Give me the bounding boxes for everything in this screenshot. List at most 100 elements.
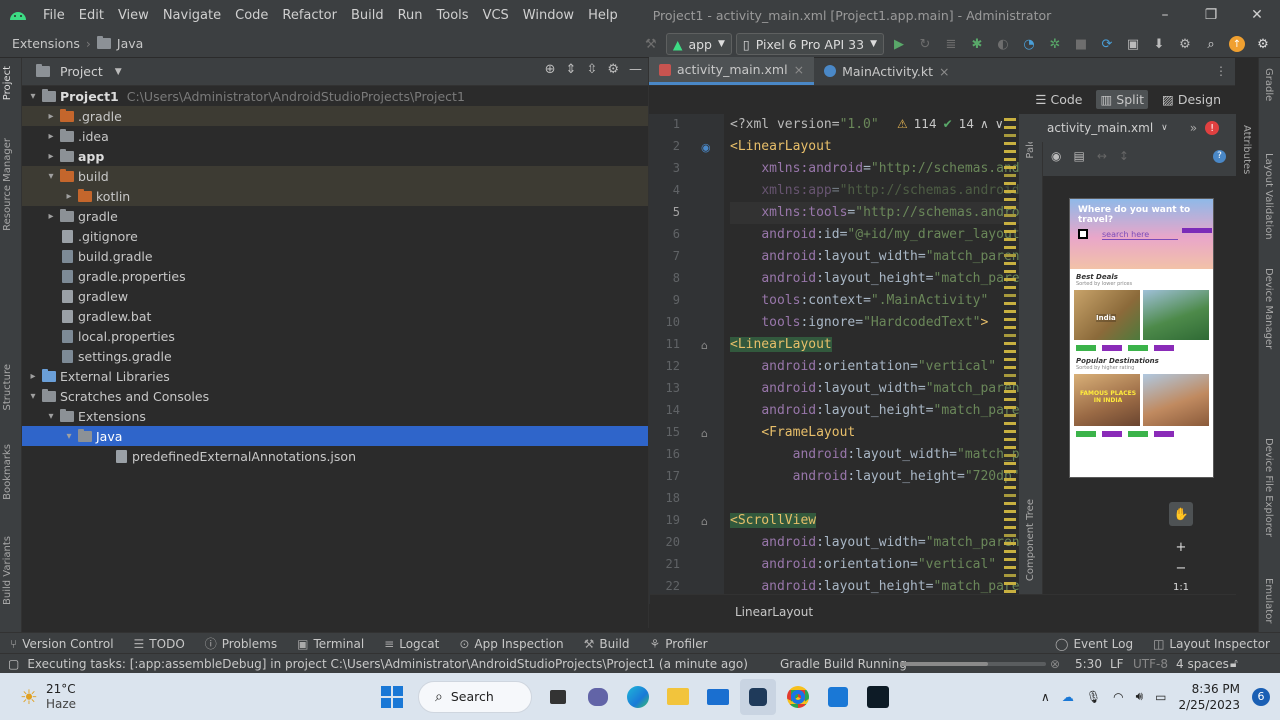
onedrive-cloud-icon[interactable]: ☁ — [1062, 690, 1074, 704]
store-icon[interactable] — [820, 679, 856, 715]
file-encoding[interactable]: UTF-8 — [1133, 657, 1168, 671]
warning-stripe-mark[interactable] — [1004, 198, 1016, 201]
emulator-tab[interactable]: Emulator — [1263, 578, 1274, 623]
more-icon[interactable]: » — [1190, 121, 1197, 135]
warning-stripe-mark[interactable] — [1004, 278, 1016, 281]
menu-code[interactable]: Code — [228, 8, 275, 23]
attach-process-icon[interactable]: ✲ — [1044, 33, 1066, 55]
warning-stripe-mark[interactable] — [1004, 182, 1016, 185]
tool-window-build[interactable]: ⚒ Build — [574, 637, 640, 651]
start-button[interactable] — [374, 679, 410, 715]
layout-validation-tab[interactable]: Layout Validation — [1263, 153, 1274, 240]
warning-stripe-mark[interactable] — [1004, 270, 1016, 273]
expand-arrow-icon[interactable]: ▸ — [26, 371, 40, 382]
stop-icon[interactable]: ■ — [1070, 33, 1092, 55]
warning-stripe-mark[interactable] — [1004, 190, 1016, 193]
warning-stripe-mark[interactable] — [1004, 414, 1016, 417]
tool-window-todo[interactable]: ☰ TODO — [124, 637, 195, 651]
warning-stripe-mark[interactable] — [1004, 254, 1016, 257]
zoom-out-icon[interactable]: − — [1176, 561, 1187, 576]
component-tree-tab[interactable]: Component Tree — [1025, 499, 1036, 581]
tree-item-external-libraries[interactable]: ▸ External Libraries — [22, 366, 648, 386]
attributes-tab[interactable]: Attributes — [1241, 125, 1252, 174]
warning-stripe-mark[interactable] — [1004, 502, 1016, 505]
tool-window-event-log[interactable]: ◯ Event Log — [1045, 637, 1143, 651]
phone-preview[interactable]: Where do you want to travel? search here… — [1069, 198, 1214, 478]
sdk-manager-icon[interactable]: ⬇ — [1148, 33, 1170, 55]
weather-widget[interactable]: ☀ 21°C Haze — [0, 682, 300, 712]
menu-vcs[interactable]: VCS — [476, 8, 516, 23]
close-tab-icon[interactable]: × — [939, 64, 949, 79]
tool-window-logcat[interactable]: ≡ Logcat — [374, 637, 449, 651]
warning-stripe-mark[interactable] — [1004, 294, 1016, 297]
warning-stripe-mark[interactable] — [1004, 230, 1016, 233]
warning-stripe-mark[interactable] — [1004, 150, 1016, 153]
search-icon[interactable]: ⌕ — [1200, 33, 1222, 55]
tool-window-terminal[interactable]: ▣ Terminal — [287, 637, 374, 651]
eye-icon[interactable]: ◉ — [1051, 149, 1061, 163]
tool-window-app-inspection[interactable]: ⊙ App Inspection — [449, 637, 573, 651]
warning-stripe-mark[interactable] — [1004, 534, 1016, 537]
warning-stripe-mark[interactable] — [1004, 542, 1016, 545]
expand-arrow-icon[interactable]: ▾ — [44, 171, 58, 182]
warning-stripe-mark[interactable] — [1004, 358, 1016, 361]
warning-stripe-mark[interactable] — [1004, 478, 1016, 481]
menu-navigate[interactable]: Navigate — [156, 8, 228, 23]
chevron-down-icon[interactable]: ▼ — [115, 67, 122, 77]
notification-badge[interactable]: 6 — [1252, 687, 1270, 706]
warning-stripe-mark[interactable] — [1004, 342, 1016, 345]
bookmarks-tab[interactable]: Bookmarks — [2, 444, 13, 500]
design-mode-button[interactable]: ▨ Design — [1158, 90, 1225, 109]
debug-icon[interactable]: ✱ — [966, 33, 988, 55]
warning-stripe-mark[interactable] — [1004, 326, 1016, 329]
tree-item-build-gradle[interactable]: build.gradle — [22, 246, 648, 266]
warning-stripe-mark[interactable] — [1004, 286, 1016, 289]
warning-stripe-mark[interactable] — [1004, 470, 1016, 473]
device-file-explorer-tab[interactable]: Device File Explorer — [1263, 438, 1274, 537]
warning-stripe-mark[interactable] — [1004, 214, 1016, 217]
minimize-button[interactable]: – — [1142, 0, 1188, 30]
warning-stripe-mark[interactable] — [1004, 590, 1016, 593]
settings-icon[interactable]: ⚙ — [1252, 33, 1274, 55]
warning-stripe-mark[interactable] — [1004, 558, 1016, 561]
tree-item-local-properties[interactable]: local.properties — [22, 326, 648, 346]
menu-file[interactable]: File — [36, 8, 72, 23]
device-select[interactable]: ▯ Pixel 6 Pro API 33 ▼ — [735, 33, 884, 55]
warning-stripe-mark[interactable] — [1004, 206, 1016, 209]
editor-breadcrumb[interactable]: LinearLayout — [735, 605, 813, 619]
prev-highlight-icon[interactable]: ∧ — [980, 117, 989, 131]
warning-stripe-mark[interactable] — [1004, 390, 1016, 393]
run-icon[interactable]: ▶ — [888, 33, 910, 55]
tree-item-app[interactable]: ▸ app — [22, 146, 648, 166]
battery-icon[interactable]: ▭ — [1155, 690, 1166, 704]
warning-stripe-mark[interactable] — [1004, 126, 1016, 129]
options-gear-icon[interactable]: ⚙ — [607, 62, 619, 77]
warning-stripe-mark[interactable] — [1004, 462, 1016, 465]
fold-icon[interactable]: ⌂ — [701, 339, 708, 352]
device-manager-icon[interactable]: ▣ — [1122, 33, 1144, 55]
warning-stripe-mark[interactable] — [1004, 518, 1016, 521]
resource-manager-tab[interactable]: Resource Manager — [2, 138, 13, 231]
sync-gradle-icon[interactable]: ⟳ — [1096, 33, 1118, 55]
tree-item-settings-gradle[interactable]: settings.gradle — [22, 346, 648, 366]
warning-stripe-mark[interactable] — [1004, 350, 1016, 353]
mail-icon[interactable] — [700, 679, 736, 715]
expand-arrow-icon[interactable]: ▸ — [62, 191, 76, 202]
maximize-button[interactable]: ❐ — [1188, 0, 1234, 30]
tree-item-predefinedexternalannotations-json[interactable]: predefinedExternalAnnotations.json — [22, 446, 648, 466]
warning-stripe-mark[interactable] — [1004, 134, 1016, 137]
teams-chat-icon[interactable] — [580, 679, 616, 715]
attach-debugger-icon[interactable]: ◐ — [992, 33, 1014, 55]
warning-stripe-mark[interactable] — [1004, 222, 1016, 225]
tree-item-java[interactable]: ▾ Java — [22, 426, 648, 446]
lock-icon[interactable]: 🔓︎ — [1230, 656, 1238, 671]
warning-stripe-mark[interactable] — [1004, 246, 1016, 249]
warning-stripe-mark[interactable] — [1004, 486, 1016, 489]
run-config-select[interactable]: ▲ app ▼ — [665, 33, 732, 55]
collapse-all-icon[interactable]: ⇳ — [586, 62, 597, 77]
volume-icon[interactable]: 🔊︎ — [1136, 689, 1144, 704]
inspection-widget[interactable]: ⚠ 114 ✔ 14 ∧ ∨ — [897, 117, 1004, 131]
class-marker-icon[interactable]: ◉ — [701, 141, 711, 154]
cancel-task-icon[interactable]: ⊗ — [1050, 657, 1060, 671]
locate-file-icon[interactable]: ⊕ — [545, 62, 556, 77]
